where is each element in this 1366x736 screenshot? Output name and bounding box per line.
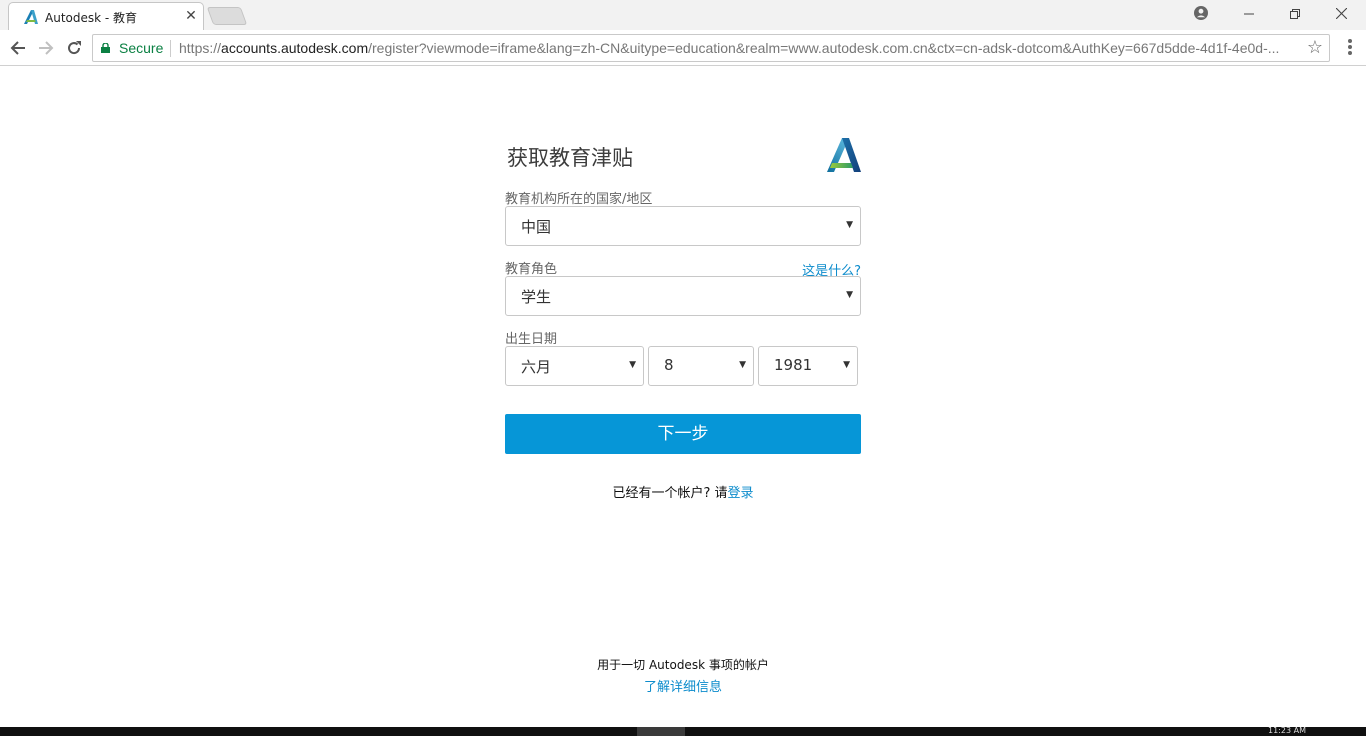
chevron-down-icon: ▼ [629,360,636,370]
login-link[interactable]: 登录 [728,486,754,501]
browser-toolbar: Secure https://accounts.autodesk.com/reg… [0,30,1366,66]
menu-icon[interactable] [1342,38,1358,58]
role-value: 学生 [521,288,552,306]
country-label: 教育机构所在的国家/地区 [505,192,653,207]
chevron-down-icon: ▼ [846,290,853,300]
minimize-icon[interactable] [1226,0,1272,28]
role-label: 教育角色 [505,262,558,277]
dob-day-select[interactable]: 8 ▼ [648,346,754,386]
url-text[interactable]: https://accounts.autodesk.com/register?v… [179,40,1299,56]
browser-tab-active[interactable]: Autodesk - 教育 ✕ [8,2,204,30]
login-prompt-text: 已经有一个帐户? 请 [612,486,728,501]
forward-arrow-icon[interactable] [34,36,58,60]
tab-close-icon[interactable]: ✕ [183,7,199,25]
url-scheme: https:// [179,40,222,56]
role-select[interactable]: 学生 ▼ [505,276,861,316]
secure-label: Secure [119,40,164,56]
omnibox-separator [170,40,171,57]
next-button[interactable]: 下一步 [505,414,861,454]
os-taskbar: 11:23 AM [0,727,1366,736]
dob-year-select[interactable]: 1981 ▼ [758,346,858,386]
taskbar-clock: 11:23 AM [1268,726,1306,735]
chevron-down-icon: ▼ [739,360,746,370]
page-footer: 用于一切 Autodesk 事项的帐户 了解详细信息 [505,656,861,695]
tab-title: Autodesk - 教育 [45,11,138,25]
restore-icon[interactable] [1272,0,1318,28]
chevron-down-icon: ▼ [843,360,850,370]
reload-icon[interactable] [62,36,86,60]
login-prompt: 已经有一个帐户? 请登录 [505,482,861,501]
address-bar[interactable]: Secure https://accounts.autodesk.com/reg… [92,34,1330,62]
learn-more-link[interactable]: 了解详细信息 [505,676,861,695]
autodesk-favicon-icon [24,10,38,24]
autodesk-logo-icon [827,138,861,172]
chevron-down-icon: ▼ [846,220,853,230]
dob-day-value: 8 [664,356,674,374]
url-host: accounts.autodesk.com [221,40,369,56]
url-path: /register?viewmode=iframe&lang=zh-CN&uit… [368,40,1280,56]
window-close-icon[interactable] [1318,0,1364,28]
country-value: 中国 [521,218,552,236]
star-icon[interactable]: ☆ [1307,37,1323,58]
country-select[interactable]: 中国 ▼ [505,206,861,246]
new-tab-button[interactable] [206,7,248,25]
lock-icon [101,43,110,53]
footer-text: 用于一切 Autodesk 事项的帐户 [597,658,769,672]
page-title: 获取教育津贴 [507,146,633,170]
dob-label: 出生日期 [505,332,558,347]
back-arrow-icon[interactable] [6,36,30,60]
profile-icon[interactable] [1178,0,1224,28]
dob-month-select[interactable]: 六月 ▼ [505,346,644,386]
dob-year-value: 1981 [774,356,813,374]
dob-month-value: 六月 [521,358,552,376]
browser-titlebar: Autodesk - 教育 ✕ [0,0,1366,30]
taskbar-active-app[interactable] [637,727,685,736]
